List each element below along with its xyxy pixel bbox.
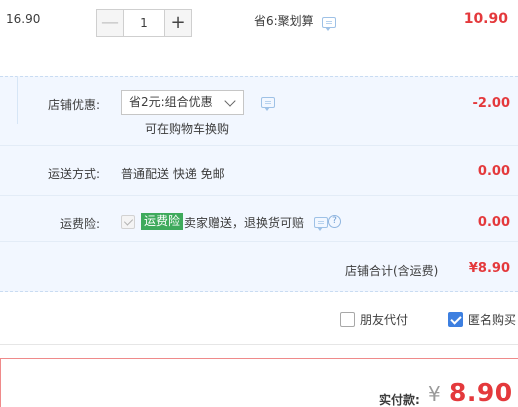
currency-symbol: ¥ [428,382,441,406]
message-icon[interactable] [322,17,336,31]
shipping-amount: 0.00 [477,164,510,179]
actual-payment-amount: 8.90 [449,378,513,407]
anonymous-purchase-option[interactable]: 匿名购买 [448,311,516,328]
insurance-amount: 0.00 [477,215,510,230]
insurance-label: 运费险: [59,217,100,231]
shipping-row: 运送方式: 普通配送 快递 免邮 0.00 [0,148,518,196]
actual-payment-label: 实付款: [379,393,420,407]
friend-pay-label: 朋友代付 [360,313,409,327]
shop-total-label: 店铺合计(含运费) [345,264,439,278]
unit-price: 16.90 [6,12,41,26]
quantity-stepper: — 1 + [96,9,192,37]
payment-options: 朋友代付 匿名购买 [0,292,518,345]
coupon-amount: -2.00 [472,96,510,111]
shipping-label: 运送方式: [47,167,100,181]
insurance-checkbox [121,215,135,229]
anonymous-checkbox[interactable] [448,312,463,327]
promotion-text: 省6:聚划算 [254,14,314,28]
increase-quantity-button[interactable]: + [164,9,192,37]
message-icon[interactable] [261,97,275,111]
shop-total-value: ¥8.90 [468,261,510,276]
order-item-row: 16.90 — 1 + 省6:聚划算 10.90 [0,0,518,46]
shipping-method: 普通配送 快递 免邮 [121,167,225,181]
decrease-quantity-button[interactable]: — [96,9,124,37]
friend-pay-checkbox[interactable] [340,312,355,327]
friend-pay-option[interactable]: 朋友代付 [340,311,408,328]
message-icon[interactable] [314,217,328,231]
coupon-label: 店铺优惠: [47,98,100,112]
coupon-hint: 可在购物车换购 [145,122,230,136]
chevron-down-icon [224,95,236,107]
help-icon[interactable]: ? [328,215,341,228]
shop-coupon-row: 店铺优惠: 省2元:组合优惠 可在购物车换购 -2.00 [0,86,518,146]
shipping-insurance-row: 运费险: 运费险 卖家赠送，退换货可赔 ? 0.00 [0,198,518,242]
coupon-select[interactable]: 省2元:组合优惠 [121,90,244,115]
quantity-input[interactable]: 1 [124,9,164,37]
shop-total-row: 店铺合计(含运费) ¥8.90 [0,244,518,292]
coupon-selected-value: 省2元:组合优惠 [129,95,213,109]
insurance-description: 卖家赠送，退换货可赔 [184,216,305,230]
anonymous-label: 匿名购买 [468,313,517,327]
item-subtotal: 10.90 [463,11,508,27]
insurance-badge: 运费险 [141,213,184,230]
